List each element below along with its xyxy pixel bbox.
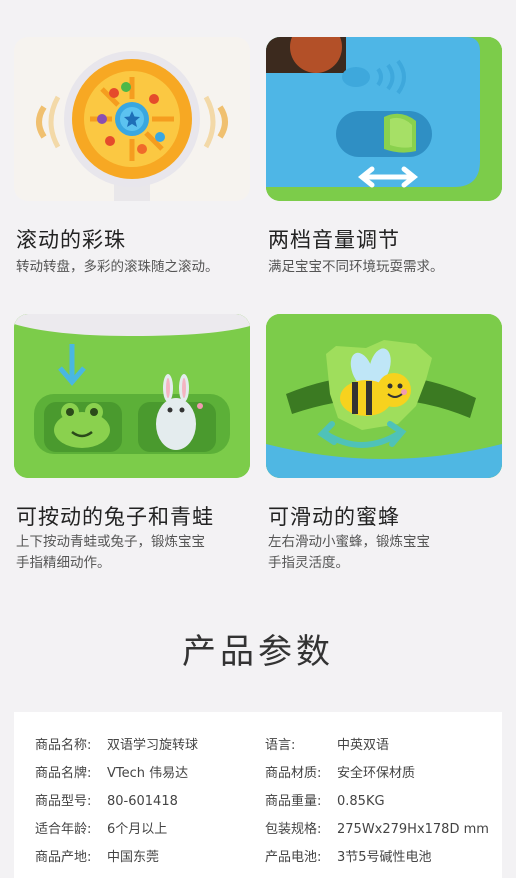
spec-row: 商品重量: 0.85KG: [265, 790, 385, 809]
spec-value: VTech 伟易达: [107, 766, 189, 781]
spec-row: 语言: 中英双语: [265, 734, 389, 753]
spec-value: 中英双语: [337, 738, 390, 753]
spec-label: 商品材质:: [265, 766, 322, 781]
spec-label: 商品名牌:: [35, 766, 92, 781]
spec-row: 商品型号: 80-601418: [35, 790, 178, 809]
spec-value: 0.85KG: [337, 794, 385, 809]
spec-row: 适合年龄: 6个月以上: [35, 818, 167, 837]
feature-desc-sliding-bee: 左右滑动小蜜蜂，锻炼宝宝 手指灵活度。: [268, 532, 498, 574]
feature-title-rolling-beads: 滚动的彩珠: [16, 228, 126, 252]
spec-value: 中国东莞: [107, 850, 160, 865]
spec-row: 商品产地: 中国东莞: [35, 846, 159, 865]
spec-row: 产品电池: 3节5号碱性电池: [265, 846, 432, 865]
spec-row: 商品名牌: VTech 伟易达: [35, 762, 188, 781]
spec-value: 6个月以上: [107, 822, 168, 837]
sliding-bee-image: [266, 314, 502, 478]
spec-label: 商品产地:: [35, 850, 92, 865]
spec-row: 包装规格: 275Wx279Hx178D mm: [265, 818, 489, 837]
spec-value: 275Wx279Hx178D mm: [337, 822, 489, 837]
spec-value: 3节5号碱性电池: [337, 850, 432, 865]
spec-label: 产品电池:: [265, 850, 322, 865]
spec-table: 商品名称: 双语学习旋转球 商品名牌: VTech 伟易达 商品型号: 80-6014…: [14, 712, 502, 878]
spec-value: 安全环保材质: [337, 766, 416, 781]
rolling-beads-image: [14, 37, 250, 201]
feature-title-sliding-bee: 可滑动的蜜蜂: [268, 505, 400, 529]
params-heading: 产品参数: [182, 632, 334, 672]
spec-row: 商品材质: 安全环保材质: [265, 762, 415, 781]
desc-line: 手指精细动作。: [16, 555, 111, 571]
feature-desc-press-animals: 上下按动青蛙或兔子，锻炼宝宝 手指精细动作。: [16, 532, 246, 574]
volume-switch-image: [266, 37, 502, 201]
feature-title-volume: 两档音量调节: [268, 228, 400, 252]
spec-label: 包装规格:: [265, 822, 322, 837]
spec-value: 80-601418: [107, 794, 178, 809]
spec-label: 适合年龄:: [35, 822, 92, 837]
spec-label: 语言:: [265, 738, 296, 753]
desc-line: 上下按动青蛙或兔子，锻炼宝宝: [16, 534, 205, 550]
spec-value: 双语学习旋转球: [107, 738, 199, 753]
spec-label: 商品名称:: [35, 738, 92, 753]
feature-title-press-animals: 可按动的兔子和青蛙: [16, 505, 214, 529]
desc-line: 左右滑动小蜜蜂，锻炼宝宝: [268, 534, 430, 550]
feature-desc-volume: 满足宝宝不同环境玩耍需求。: [268, 259, 444, 275]
spec-label: 商品型号:: [35, 794, 92, 809]
spec-label: 商品重量:: [265, 794, 322, 809]
frog-rabbit-image: [14, 314, 250, 478]
desc-line: 手指灵活度。: [268, 555, 349, 571]
spec-row: 商品名称: 双语学习旋转球: [35, 734, 198, 753]
feature-desc-rolling-beads: 转动转盘，多彩的滚珠随之滚动。: [16, 259, 219, 275]
